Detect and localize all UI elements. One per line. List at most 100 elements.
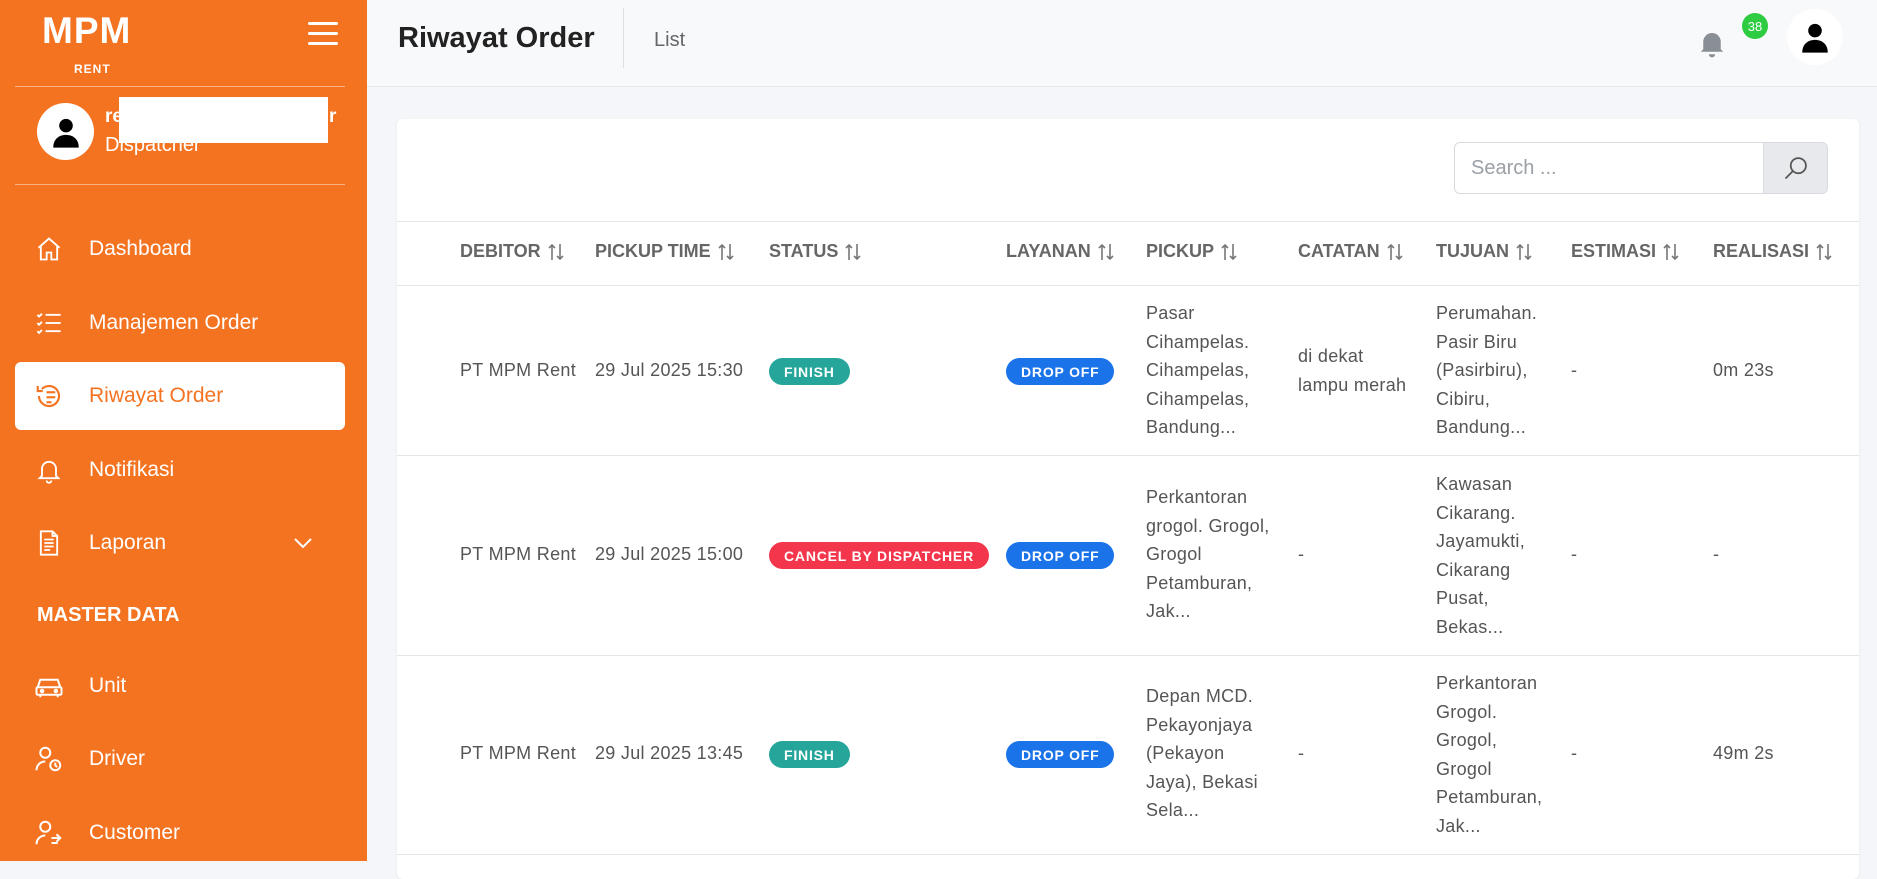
cell-line: Cihampelas.: [1146, 331, 1250, 352]
table-header-border: [397, 285, 1859, 286]
notification-bell-icon[interactable]: [1697, 28, 1727, 58]
cell-line: Petamburan,: [1146, 572, 1253, 593]
breadcrumb[interactable]: List: [654, 29, 685, 52]
cell-line: Depan MCD.: [1146, 686, 1254, 706]
cell-line: Cihampelas,: [1146, 360, 1250, 380]
section-label-master-data: MASTER DATA: [37, 604, 180, 626]
cell-pickup-time: 29 Jul 2025 15:30: [595, 360, 744, 380]
title-separator: [623, 8, 624, 68]
sort-icon: [1663, 242, 1679, 262]
brand-logo[interactable]: MPM RENT: [42, 10, 142, 77]
cell-line: Grogol: [1436, 758, 1492, 779]
status-badge: FINISH: [769, 358, 850, 385]
sidebar-item-unit[interactable]: Unit: [15, 652, 345, 720]
column-header-estimasi[interactable]: ESTIMASI: [1571, 241, 1679, 262]
cell-line: Pasir Biru: [1436, 331, 1518, 352]
cell-line: Perkantoran: [1436, 673, 1538, 693]
list-icon: [32, 306, 66, 340]
column-header-status[interactable]: STATUS: [769, 241, 861, 262]
column-header-label: STATUS: [769, 241, 839, 261]
column-header-pickup[interactable]: PICKUP: [1146, 241, 1237, 262]
sidebar-item-driver[interactable]: Driver: [15, 725, 345, 793]
bell-icon: [32, 453, 66, 487]
page-title: Riwayat Order: [398, 22, 595, 54]
search-bar: [1454, 142, 1828, 196]
cell-line: Bandung...: [1436, 417, 1527, 437]
column-header-layanan[interactable]: LAYANAN: [1006, 241, 1114, 262]
sidebar-item-label: Unit: [89, 674, 127, 697]
sidebar-item-riwayat-order[interactable]: Riwayat Order: [15, 362, 345, 430]
cell-pickup: Perkantoran grogol. Grogol, Grogol Petam…: [1146, 483, 1270, 626]
sort-icon: [1098, 242, 1114, 262]
sidebar-item-customer[interactable]: Customer: [15, 799, 345, 861]
status-badge: FINISH: [769, 741, 850, 768]
cell-pickup: Depan MCD. Pekayonjaya (Pekayon Jaya), B…: [1146, 682, 1258, 825]
cell-line: Cikarang.: [1436, 502, 1516, 523]
sidebar-item-label: Dashboard: [89, 237, 192, 260]
sidebar-item-notifikasi[interactable]: Notifikasi: [15, 436, 345, 504]
cell-line: Perkantoran: [1146, 487, 1248, 507]
column-header-pickup-time[interactable]: PICKUP TIME: [595, 241, 734, 262]
cell-line: Perumahan.: [1436, 303, 1538, 323]
cell-line: Jak...: [1146, 601, 1191, 621]
cell-pickup: Pasar Cihampelas. Cihampelas, Cihampelas…: [1146, 299, 1249, 442]
column-header-debitor[interactable]: DEBITOR: [460, 241, 564, 262]
cell-line: Jak...: [1436, 815, 1481, 836]
sidebar-item-label: Manajemen Order: [89, 311, 259, 334]
cell-line: grogol. Grogol,: [1146, 515, 1270, 536]
cell-line: Petamburan,: [1436, 787, 1543, 807]
cell-tujuan: Perkantoran Grogol. Grogol, Grogol Petam…: [1436, 669, 1542, 840]
cell-line: Sela...: [1146, 800, 1200, 820]
sidebar-item-manajemen-order[interactable]: Manajemen Order: [15, 289, 345, 357]
cell-catatan: di dekat lampu merah: [1298, 342, 1406, 399]
sidebar-item-label: Notifikasi: [89, 458, 175, 481]
status-badge: CANCEL BY DISPATCHER: [769, 542, 989, 569]
column-header-catatan[interactable]: CATATAN: [1298, 241, 1403, 262]
cell-line: Grogol: [1146, 544, 1202, 564]
sidebar-item-laporan[interactable]: Laporan: [15, 509, 345, 577]
cell-estimasi: -: [1571, 544, 1578, 564]
cell-realisasi: 0m 23s: [1713, 360, 1774, 380]
column-header-label: LAYANAN: [1006, 241, 1091, 261]
sort-icon: [1516, 242, 1532, 262]
customer-icon: [32, 816, 66, 850]
report-icon: [32, 526, 66, 560]
brand-logo-text: MPM: [42, 10, 132, 51]
cell-line: Grogol.: [1436, 701, 1498, 722]
user-avatar[interactable]: [1787, 9, 1843, 65]
cell-tujuan: Perumahan. Pasir Biru (Pasirbiru), Cibir…: [1436, 299, 1537, 442]
cell-line: Jaya), Bekasi: [1146, 771, 1258, 792]
search-button[interactable]: [1763, 142, 1828, 194]
column-header-tujuan[interactable]: TUJUAN: [1436, 241, 1532, 262]
column-header-label: ESTIMASI: [1571, 241, 1657, 261]
cell-catatan: -: [1298, 743, 1305, 763]
column-header-label: PICKUP TIME: [595, 241, 711, 261]
cell-line: Bandung...: [1146, 417, 1237, 437]
sort-icon: [718, 242, 734, 262]
sidebar-item-label: Driver: [89, 747, 145, 770]
driver-icon: [32, 742, 66, 776]
cell-line: Pekayonjaya: [1146, 714, 1253, 735]
top-bar: Riwayat Order List 38: [367, 0, 1877, 87]
row-divider: [397, 455, 1859, 456]
column-header-label: CATATAN: [1298, 241, 1380, 261]
cell-tujuan: Kawasan Cikarang. Jayamukti, Cikarang Pu…: [1436, 470, 1525, 641]
sort-icon: [1816, 242, 1832, 262]
cell-estimasi: -: [1571, 743, 1578, 763]
profile-avatar: [37, 103, 94, 160]
sort-icon: [548, 242, 564, 262]
service-badge: DROP OFF: [1006, 358, 1115, 385]
sidebar-item-dashboard[interactable]: Dashboard: [15, 215, 345, 283]
cell-line: Bekas...: [1436, 616, 1504, 637]
cell-pickup-time: 29 Jul 2025 13:45: [595, 743, 744, 763]
column-header-label: DEBITOR: [460, 241, 541, 261]
menu-toggle-icon[interactable]: [308, 22, 340, 46]
cell-line: lampu merah: [1298, 374, 1407, 395]
order-history-card: DEBITOR PICKUP TIME STATUS LAYANAN PICKU…: [397, 119, 1859, 879]
cell-line: Jayamukti,: [1436, 531, 1526, 551]
sort-icon: [1387, 242, 1403, 262]
cell-line: Cibiru,: [1436, 388, 1491, 409]
search-input[interactable]: [1454, 142, 1764, 194]
column-header-realisasi[interactable]: REALISASI: [1713, 241, 1832, 262]
cell-line: Pusat,: [1436, 588, 1489, 608]
